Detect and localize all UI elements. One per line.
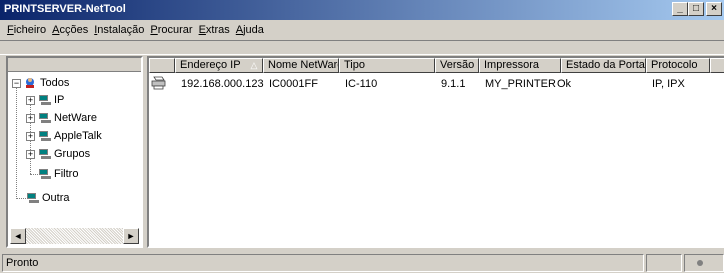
network-computer-icon [39,95,51,105]
column-header-netware-name[interactable]: Nome NetWare [263,58,339,73]
cell-protocol: IP, IPX [652,78,685,90]
menu-ajuda[interactable]: Ajuda [233,24,267,36]
cell-ip: 192.168.000.123 [181,78,264,90]
cell-printer: MY_PRINTER [485,78,556,90]
maximize-button[interactable]: □ [688,2,704,16]
horizontal-scrollbar[interactable]: ◄ ► [10,228,139,244]
device-list[interactable]: Endereço IP △ Nome NetWare Tipo Versão Im… [147,56,724,248]
title-bar: PRINTSERVER-NetTool _ □ × [0,0,724,20]
tree-node-ip[interactable]: + IP [26,92,64,108]
column-header-ip[interactable]: Endereço IP △ [175,58,263,73]
tree-line [30,174,38,175]
tree-label: IP [54,94,65,106]
tree-label: AppleTalk [54,130,102,142]
tree-label: Todos [40,77,70,89]
scroll-left-button[interactable]: ◄ [10,228,26,244]
menu-instalacao[interactable]: Instalação [91,24,147,36]
column-header-version[interactable]: Versão [435,58,479,73]
status-panel-indicator [684,254,724,272]
tree-label: Grupos [54,148,91,160]
tree-node-filtro[interactable]: Filtro [38,166,78,182]
status-indicator-icon [697,260,703,266]
tree-header [8,58,141,72]
tree-node-outra[interactable]: Outra [26,190,70,206]
network-computer-icon [39,149,51,159]
window-title: PRINTSERVER-NetTool [4,3,126,15]
tree-line [16,84,17,197]
menu-procurar[interactable]: Procurar [147,24,195,36]
tree-node-netware[interactable]: + NetWare [26,110,97,126]
cell-netware-name: IC0001FF [269,78,318,90]
expand-icon[interactable]: + [26,113,35,123]
tree-line [16,198,26,199]
column-header-protocol[interactable]: Protocolo [646,58,710,73]
cell-type: IC-110 [345,78,378,90]
status-text: Pronto [2,254,644,272]
expand-icon[interactable]: + [26,95,35,105]
column-header-printer[interactable]: Impressora [479,58,561,73]
collapse-icon[interactable]: − [12,78,21,88]
toolbar-separator [0,40,724,55]
column-header-port-status[interactable]: Estado da Porta [561,58,646,73]
tree-node-appletalk[interactable]: + AppleTalk [26,128,102,144]
menu-ficheiro[interactable]: Ficheiro [4,24,49,36]
column-header-type[interactable]: Tipo [339,58,435,73]
menu-extras[interactable]: Extras [196,24,233,36]
network-computer-icon [27,193,39,203]
status-panel-empty [646,254,682,272]
close-button[interactable]: × [706,2,722,16]
cell-version: 9.1.1 [441,78,466,90]
globe-user-icon [26,78,34,88]
tree-label: NetWare [54,112,97,124]
menu-bar: Ficheiro Acções Instalação Procurar Extr… [0,20,724,40]
network-computer-icon [39,131,51,141]
column-header-icon[interactable] [149,58,175,73]
printer-icon [151,76,166,90]
network-computer-icon [39,169,51,179]
status-bar: Pronto [0,252,724,273]
cell-port-status: Ok [557,78,572,90]
tree-label: Outra [42,192,70,204]
tree-label: Filtro [54,168,79,180]
sort-up-icon: △ [250,60,258,70]
tree-node-grupos[interactable]: + Grupos [26,146,90,162]
expand-icon[interactable]: + [26,131,35,141]
tree-view[interactable]: − Todos + IP + NetWare + AppleTalk + Gru… [6,56,143,248]
column-header-filler [710,58,724,73]
menu-accoes[interactable]: Acções [49,24,91,36]
expand-icon[interactable]: + [26,149,35,159]
minimize-button[interactable]: _ [672,2,688,16]
network-computer-icon [39,113,51,123]
tree-node-todos[interactable]: − Todos [12,75,69,91]
window-controls: _ □ × [672,2,722,16]
scroll-right-button[interactable]: ► [123,228,139,244]
